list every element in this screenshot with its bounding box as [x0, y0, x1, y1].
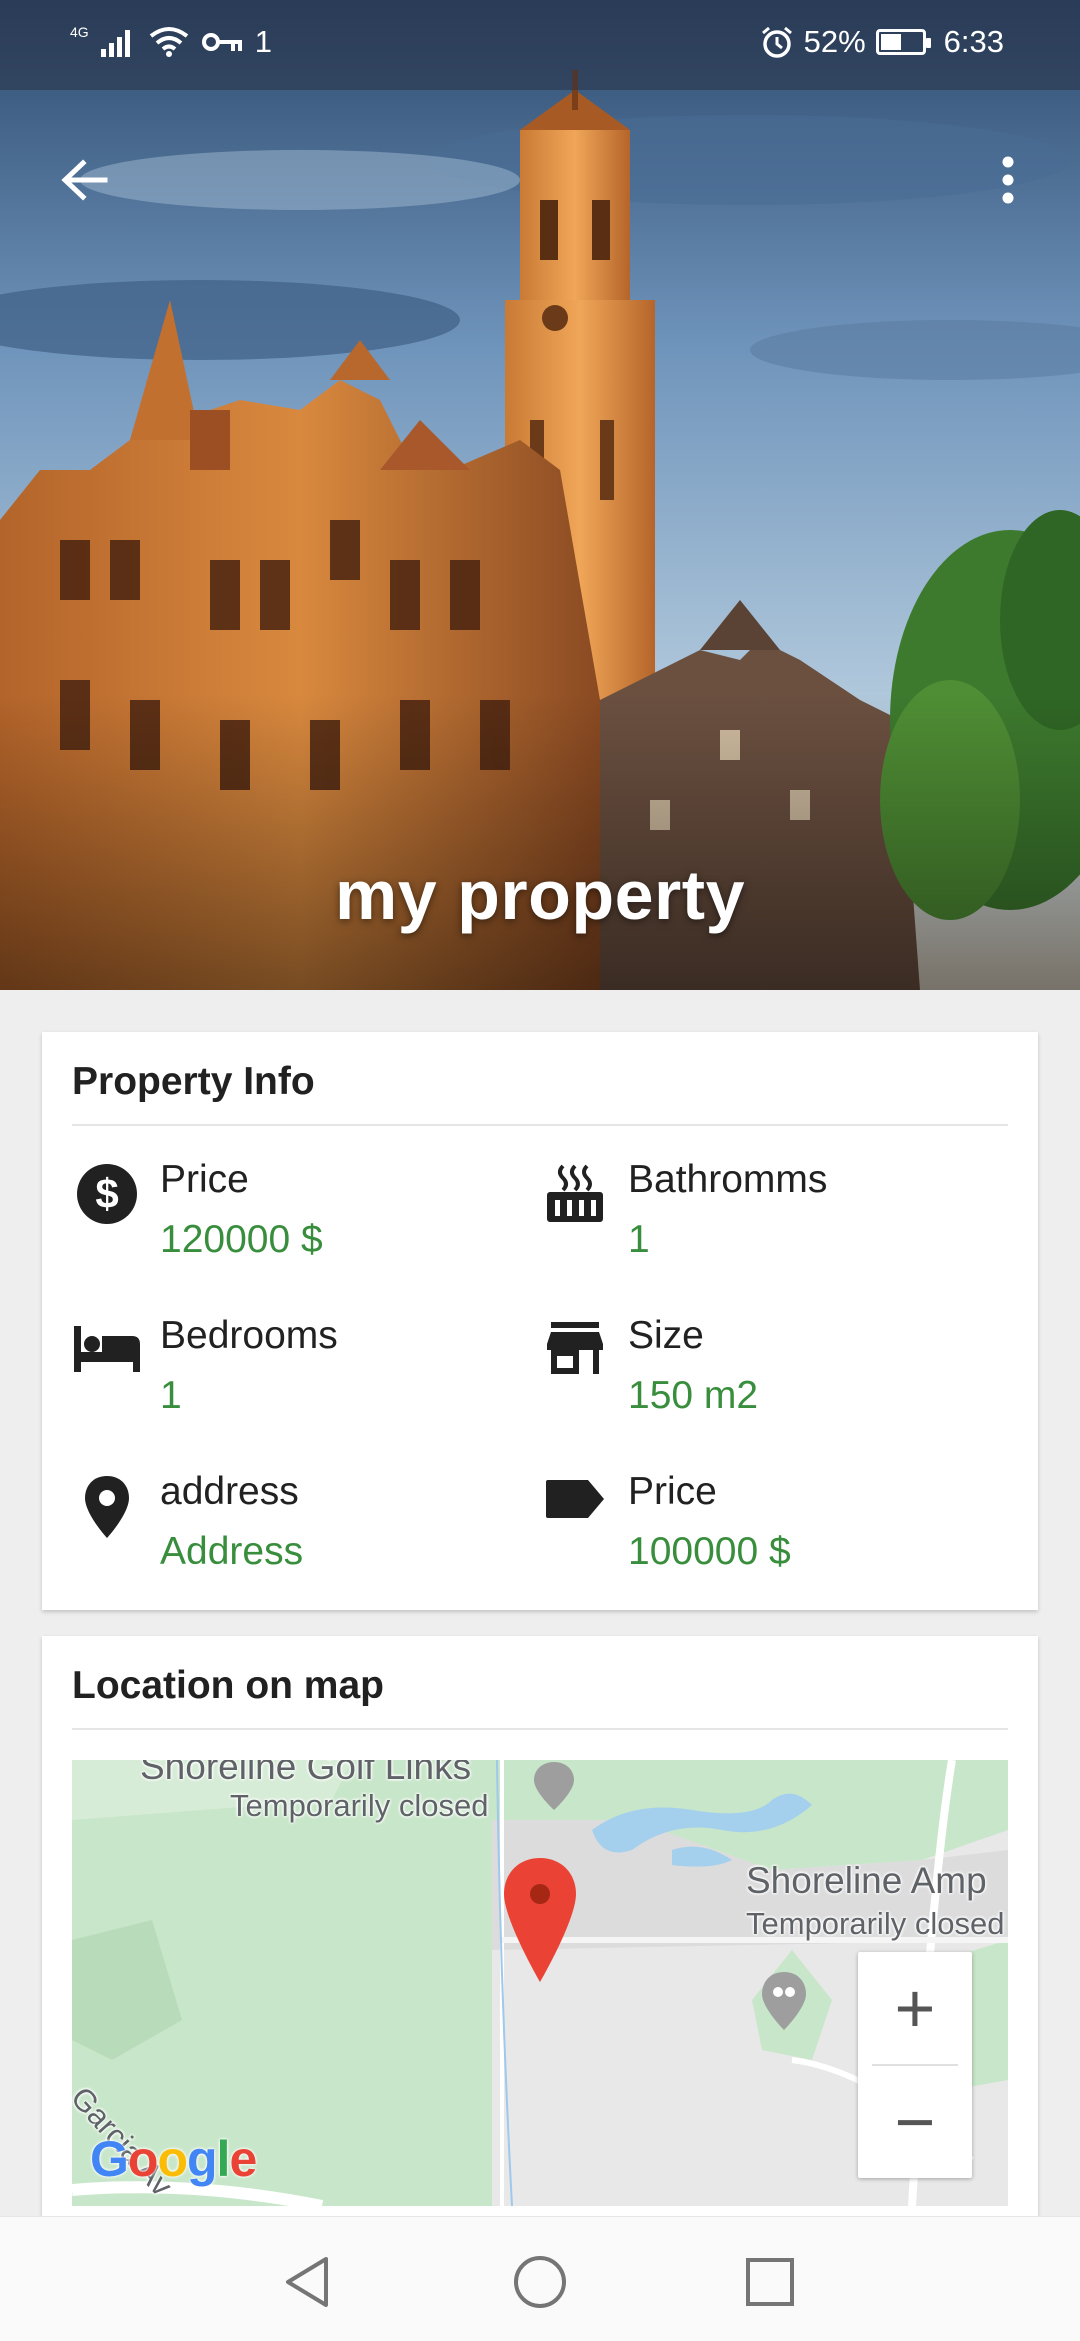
logo-letter: o: [157, 2131, 188, 2187]
info-value: 100000 $: [628, 1530, 791, 1573]
battery-icon: [875, 29, 931, 55]
overflow-menu-button[interactable]: [968, 140, 1048, 220]
hero-image: 4G 1 52% 6:33 my property: [0, 0, 1080, 990]
info-label: Price: [628, 1470, 717, 1513]
info-label: address: [160, 1470, 299, 1513]
info-item-price-2: Price 100000 $: [540, 1470, 1000, 1580]
info-item-price: $ Price 120000 $: [72, 1158, 532, 1268]
map-view[interactable]: Shoreline Golf Links Temporarily closed …: [72, 1760, 1008, 2206]
info-label: Price: [160, 1158, 249, 1201]
logo-letter: G: [90, 2131, 129, 2187]
property-info-heading: Property Info: [72, 1060, 315, 1103]
info-value: 1: [628, 1218, 650, 1261]
status-left: 4G 1: [70, 24, 272, 60]
info-value: Address: [160, 1530, 304, 1573]
dollar-circle-icon: $: [72, 1162, 142, 1232]
plus-icon: +: [894, 1969, 936, 2047]
logo-letter: e: [229, 2131, 257, 2187]
nav-recents-button[interactable]: [735, 2247, 805, 2317]
nav-back-triangle-icon: [286, 2257, 328, 2307]
info-item-address: address Address: [72, 1470, 532, 1580]
google-logo: Google: [90, 2130, 257, 2188]
arrow-back-icon: [61, 159, 108, 201]
info-item-size: Size 150 m2: [540, 1314, 1000, 1424]
battery-percent: 52%: [803, 24, 866, 59]
zoom-in-button[interactable]: +: [858, 1952, 972, 2064]
nav-home-circle-icon: [514, 2256, 566, 2308]
minus-icon: −: [894, 2083, 936, 2161]
info-label: Bedrooms: [160, 1314, 338, 1357]
back-button[interactable]: [44, 140, 124, 220]
info-item-bathrooms: Bathromms 1: [540, 1158, 1000, 1268]
svg-text:$: $: [95, 1170, 118, 1217]
zoom-out-button[interactable]: −: [858, 2066, 972, 2178]
nav-recents-square-icon: [746, 2258, 794, 2306]
info-label: Bathromms: [628, 1158, 828, 1201]
location-heading: Location on map: [72, 1664, 384, 1707]
info-value: 150 m2: [628, 1374, 759, 1417]
network-type-label: 4G: [70, 24, 89, 40]
zoom-controls: + −: [858, 1952, 972, 2178]
location-pin-icon: [72, 1474, 142, 1544]
divider: [72, 1728, 1008, 1730]
nav-home-button[interactable]: [505, 2247, 575, 2317]
hot-tub-icon: [540, 1162, 610, 1232]
clock-time: 6:33: [943, 24, 1004, 59]
info-value: 120000 $: [160, 1218, 323, 1261]
data-arrows-text: 1: [254, 24, 272, 59]
status-bar: 4G 1 52% 6:33: [0, 0, 1080, 90]
divider: [72, 1124, 1008, 1126]
info-item-bedrooms: Bedrooms 1: [72, 1314, 532, 1424]
system-navigation-bar: [0, 2216, 1080, 2341]
map-place-status: Temporarily closed: [230, 1788, 489, 1823]
status-right: 52% 6:33: [760, 24, 1004, 60]
nav-back-button[interactable]: [272, 2247, 342, 2317]
battery-level-fill: [880, 34, 902, 50]
logo-letter: l: [216, 2131, 231, 2187]
map-place-status: Temporarily closed: [746, 1906, 1005, 1941]
vpn-key-icon: [201, 33, 242, 51]
hero-photo-town-tower: [0, 0, 1080, 990]
location-card: Location on map Shoreline Golf Links Tem…: [42, 1636, 1038, 2236]
map-place-label: Shoreline Amp: [746, 1860, 987, 1901]
alarm-clock-icon: [761, 26, 792, 58]
bed-icon: [72, 1318, 142, 1388]
map-place-label: Shoreline Golf Links: [140, 1760, 472, 1787]
info-label: Size: [628, 1314, 704, 1357]
logo-letter: o: [127, 2131, 159, 2187]
signal-bars-icon: [100, 30, 130, 57]
more-vert-icon: [1002, 156, 1014, 204]
logo-letter: g: [187, 2131, 218, 2187]
info-value: 1: [160, 1374, 182, 1417]
store-icon: [540, 1318, 610, 1388]
property-info-card: Property Info $ Price 120000 $ Bathromms…: [42, 1032, 1038, 1610]
label-tag-icon: [540, 1474, 610, 1544]
wifi-icon: [149, 27, 188, 57]
page-title: my property: [334, 856, 746, 934]
